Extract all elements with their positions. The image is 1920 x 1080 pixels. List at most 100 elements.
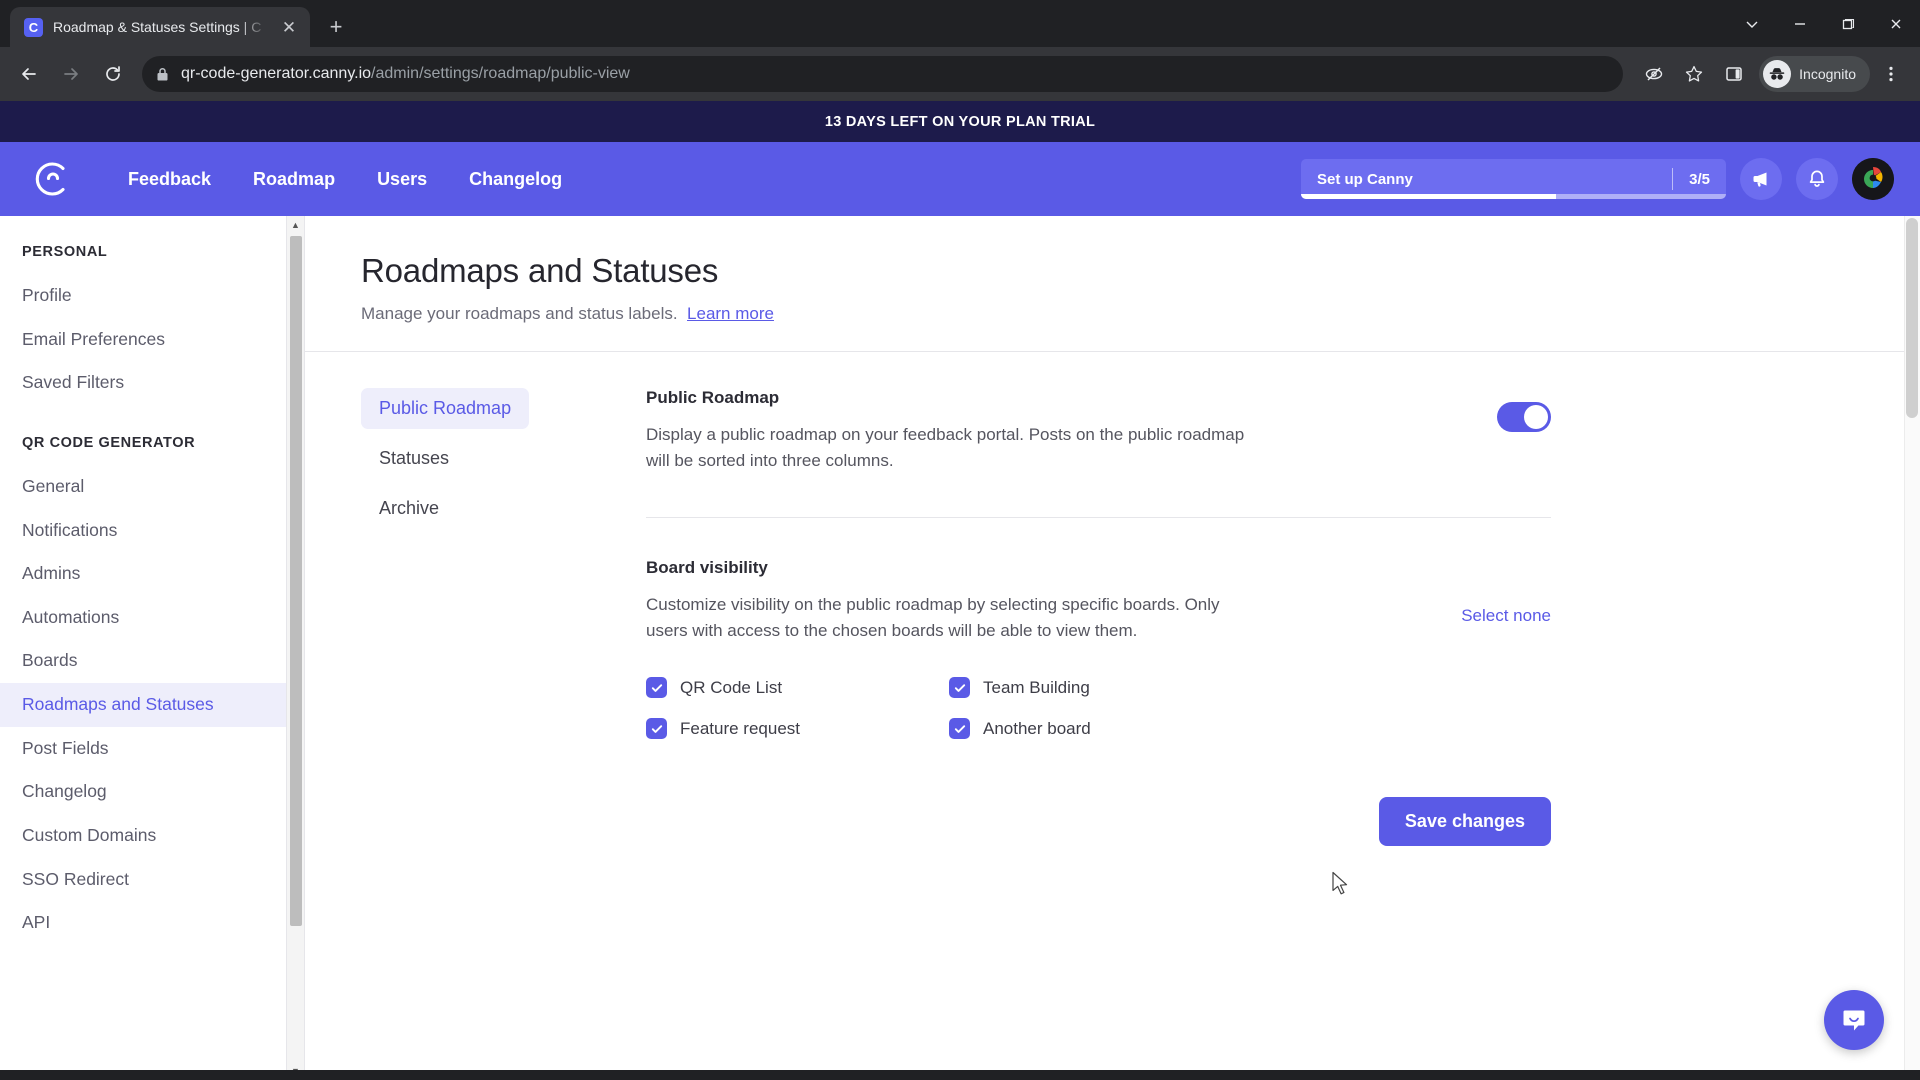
select-none-link[interactable]: Select none [1461,558,1551,626]
sidebar-item-profile[interactable]: Profile [0,274,304,318]
nav-roadmap[interactable]: Roadmap [253,169,335,190]
scroll-up-arrow-icon[interactable]: ▲ [287,216,304,234]
page-title: Roadmaps and Statuses [361,252,719,289]
nav-changelog[interactable]: Changelog [469,169,562,190]
save-changes-button[interactable]: Save changes [1378,797,1551,846]
sidebar-item-saved-filters[interactable]: Saved Filters [0,361,304,405]
checkbox-checked-icon[interactable] [646,677,667,698]
browser-toolbar: qr-code-generator.canny.io/admin/setting… [0,47,1920,101]
sidebar-item-notifications[interactable]: Notifications [0,509,304,553]
sidebar-group-qr-code-generator: QR CODE GENERATOR [22,434,196,451]
new-tab-button[interactable]: + [320,11,352,43]
settings-content: Roadmaps and Statuses Manage your roadma… [305,216,1920,1080]
chat-bubble-icon [1843,1010,1865,1031]
setup-canny-progress[interactable]: Set up Canny 3/5 [1301,159,1726,199]
board-checkbox-feature-request[interactable]: Feature request [646,718,949,739]
tab-statuses[interactable]: Statuses [361,438,467,479]
settings-tab-list: Public Roadmap Statuses Archive [361,388,646,846]
board-visibility-description: Customize visibility on the public roadm… [646,595,1220,640]
setup-progress-bar [1301,194,1726,199]
public-roadmap-description: Display a public roadmap on your feedbac… [646,425,1245,470]
sidebar-item-changelog[interactable]: Changelog [0,770,304,814]
save-row: Save changes [646,797,1551,846]
page-body: PERSONAL Profile Email Preferences Saved… [0,216,1920,1080]
sidebar-item-roadmaps-and-statuses[interactable]: Roadmaps and Statuses [0,683,304,727]
sidebar-item-admins[interactable]: Admins [0,552,304,596]
back-arrow-icon[interactable] [10,55,48,93]
sidebar-item-automations[interactable]: Automations [0,596,304,640]
public-roadmap-toggle[interactable] [1497,402,1551,432]
chevron-down-icon[interactable] [1728,0,1776,47]
side-panel-icon[interactable] [1715,55,1753,93]
sidebar-item-custom-domains[interactable]: Custom Domains [0,814,304,858]
learn-more-link[interactable]: Learn more [687,304,774,323]
megaphone-icon[interactable] [1740,158,1782,200]
lock-icon [156,67,169,82]
sidebar-item-post-fields[interactable]: Post Fields [0,727,304,771]
tracking-protection-icon[interactable] [1635,55,1673,93]
public-roadmap-section: Public Roadmap Display a public roadmap … [646,388,1551,473]
setup-canny-label: Set up Canny [1317,170,1413,188]
browser-tab[interactable]: C Roadmap & Statuses Settings | C ✕ [10,7,310,47]
maximize-icon[interactable] [1824,0,1872,47]
board-label: Feature request [680,718,801,738]
nav-feedback[interactable]: Feedback [128,169,211,190]
window-controls [1728,0,1920,47]
checkbox-checked-icon[interactable] [646,718,667,739]
window-bottom-edge [0,1070,1920,1080]
settings-panel: Public Roadmap Statuses Archive Public R… [305,352,1920,846]
setup-canny-count: 3/5 [1672,168,1726,190]
canny-logo-icon[interactable] [30,156,76,202]
bookmark-star-icon[interactable] [1675,55,1713,93]
content-scroll-thumb[interactable] [1906,218,1918,418]
sidebar-item-general[interactable]: General [0,465,304,509]
tab-archive[interactable]: Archive [361,488,457,529]
close-icon[interactable]: ✕ [278,19,300,36]
sidebar-group-personal: PERSONAL [22,244,108,260]
tab-public-roadmap[interactable]: Public Roadmap [361,388,530,429]
user-avatar[interactable] [1852,158,1894,200]
app-nav: Feedback Roadmap Users Changelog [128,169,562,190]
settings-sidebar: PERSONAL Profile Email Preferences Saved… [0,216,305,1080]
board-visibility-heading: Board visibility [646,558,768,577]
trial-banner[interactable]: 13 DAYS LEFT ON YOUR PLAN TRIAL [0,101,1920,142]
canny-logo-icon: C [24,17,43,37]
minimize-icon[interactable] [1776,0,1824,47]
app-header: Feedback Roadmap Users Changelog Set up … [0,142,1920,216]
board-visibility-section: Board visibility Customize visibility on… [646,558,1551,643]
sidebar-item-api[interactable]: API [0,901,304,945]
incognito-label: Incognito [1799,66,1856,82]
reload-icon[interactable] [94,55,132,93]
board-checkbox-another-board[interactable]: Another board [949,718,1252,739]
board-label: Another board [983,718,1091,738]
public-roadmap-heading: Public Roadmap [646,388,780,407]
board-checkbox-team-building[interactable]: Team Building [949,677,1252,698]
tab-title: Roadmap & Statuses Settings | C [53,19,262,35]
content-scrollbar[interactable] [1904,216,1920,1080]
trial-banner-text: 13 DAYS LEFT ON YOUR PLAN TRIAL [824,113,1096,130]
board-checkbox-qr-code-list[interactable]: QR Code List [646,677,949,698]
forward-arrow-icon[interactable] [52,55,90,93]
public-roadmap-text: Public Roadmap Display a public roadmap … [646,388,1246,473]
sidebar-scroll-thumb[interactable] [290,236,302,926]
nav-users[interactable]: Users [377,169,427,190]
bell-icon[interactable] [1796,158,1838,200]
checkbox-checked-icon[interactable] [949,718,970,739]
browser-window: C Roadmap & Statuses Settings | C ✕ + qr… [0,0,1920,1080]
incognito-profile-button[interactable]: Incognito [1759,56,1870,92]
sidebar-item-sso-redirect[interactable]: SSO Redirect [0,858,304,902]
sidebar-item-boards[interactable]: Boards [0,639,304,683]
intercom-chat-button[interactable] [1824,990,1884,1050]
section-divider [646,517,1551,518]
incognito-icon [1763,60,1792,88]
board-visibility-text: Board visibility Customize visibility on… [646,558,1246,643]
close-window-icon[interactable] [1872,0,1920,47]
three-dot-menu-icon[interactable] [1872,55,1910,93]
sidebar-item-email-preferences[interactable]: Email Preferences [0,318,304,362]
checkbox-checked-icon[interactable] [949,677,970,698]
address-bar[interactable]: qr-code-generator.canny.io/admin/setting… [142,56,1624,92]
board-checkbox-list: QR Code List Team Building Feature reque… [646,677,1551,759]
sidebar-scrollbar[interactable]: ▲ ▼ [286,216,304,1080]
settings-sections: Public Roadmap Display a public roadmap … [646,388,1551,846]
